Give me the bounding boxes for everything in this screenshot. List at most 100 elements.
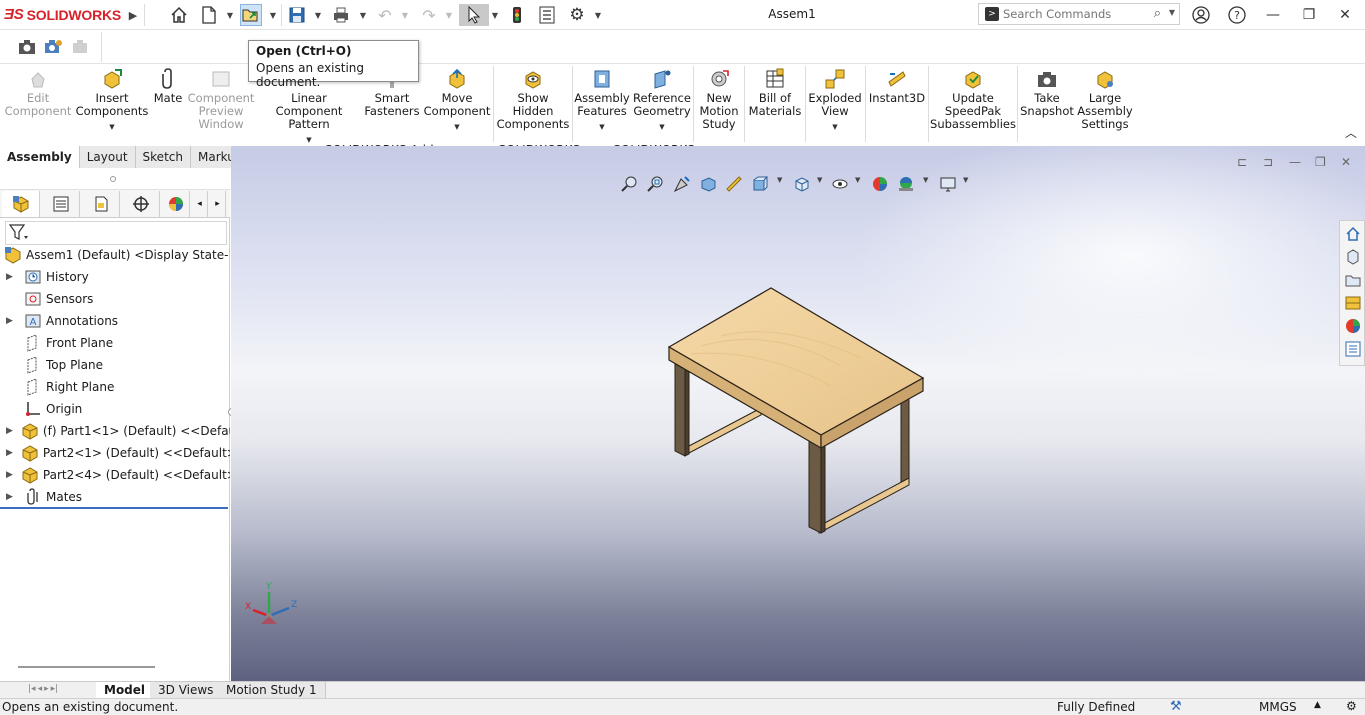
- assembly-features-button[interactable]: Assembly Features ▼: [574, 68, 630, 134]
- view-settings-dropdown-arrow[interactable]: ▼: [963, 176, 968, 184]
- expand-arrow-icon[interactable]: ▶: [6, 448, 13, 458]
- undo-dropdown-arrow[interactable]: ▼: [400, 4, 410, 26]
- user-account-icon[interactable]: [1189, 4, 1213, 26]
- graphics-area[interactable]: ⊏ ⊐ — ❐ ✕ ▼ ▼ ▼ ▼ ▼ X Y Z: [231, 146, 1365, 681]
- hide-show-dropdown-arrow[interactable]: ▼: [855, 176, 860, 184]
- update-speedpak-subassemblies-button[interactable]: Update SpeedPak Subassemblies: [930, 68, 1016, 131]
- tree-item-front-plane[interactable]: Front Plane: [0, 332, 230, 354]
- expand-arrow-icon[interactable]: ▶: [6, 470, 13, 480]
- camera-snapshot-icon[interactable]: [16, 36, 38, 58]
- display-manager-tab[interactable]: [162, 191, 190, 217]
- dimxpert-manager-tab[interactable]: [122, 191, 160, 217]
- bottom-tab-model[interactable]: Model: [96, 682, 155, 699]
- show-hidden-components-button[interactable]: Show Hidden Components: [496, 68, 570, 131]
- filter-funnel-icon[interactable]: [8, 224, 29, 245]
- search-commands-input[interactable]: [1003, 5, 1153, 23]
- view-orientation-icon[interactable]: [749, 174, 771, 194]
- open-dropdown-arrow[interactable]: ▼: [268, 4, 278, 26]
- solidworks-logo[interactable]: ƎS SOLIDWORKS: [4, 6, 121, 23]
- design-library-icon[interactable]: [1343, 247, 1363, 267]
- zoom-to-fit-icon[interactable]: [619, 174, 641, 194]
- appearances-scenes-icon[interactable]: [1343, 316, 1363, 336]
- property-manager-tab[interactable]: [42, 191, 80, 217]
- apply-scene-icon[interactable]: [895, 174, 917, 194]
- viewport-tile-right-icon[interactable]: ⊐: [1263, 155, 1273, 169]
- save-dropdown-arrow[interactable]: ▼: [313, 4, 323, 26]
- viewport-tile-left-icon[interactable]: ⊏: [1237, 155, 1247, 169]
- solidworks-resources-home-icon[interactable]: [1343, 224, 1363, 244]
- save-icon[interactable]: [286, 4, 308, 26]
- table-assembly-model[interactable]: [661, 286, 961, 546]
- tab-scroll-controls[interactable]: |◂ ◂ ▸ ▸|: [28, 684, 92, 697]
- insert-components-button[interactable]: Insert Components ▼: [76, 68, 148, 134]
- take-snapshot-button[interactable]: Take Snapshot: [1019, 68, 1075, 118]
- move-component-button[interactable]: Move Component ▼: [424, 68, 490, 134]
- exploded-view-button[interactable]: Exploded View ▼: [808, 68, 862, 134]
- view-orientation-dropdown-arrow[interactable]: ▼: [777, 176, 782, 184]
- main-menu-arrow[interactable]: ▶: [128, 4, 138, 26]
- tree-item-history[interactable]: ▶ History: [0, 266, 230, 288]
- unit-system-up-arrow-icon[interactable]: ▲: [1314, 700, 1321, 710]
- rebuild-traffic-light-icon[interactable]: [506, 4, 528, 26]
- tree-item-part2-4-default-default-d[interactable]: ▶ Part2<4> (Default) <<Default>_D: [0, 464, 230, 486]
- instant3d-button[interactable]: Instant3D: [867, 68, 927, 105]
- redo-dropdown-arrow[interactable]: ▼: [444, 4, 454, 26]
- bill-of-materials-button[interactable]: Bill of Materials: [746, 68, 804, 118]
- undo-icon[interactable]: ↶: [374, 4, 396, 26]
- tree-item-mates[interactable]: ▶ Mates: [0, 486, 230, 508]
- tree-filter[interactable]: [5, 221, 227, 245]
- expand-arrow-icon[interactable]: ▶: [6, 426, 13, 436]
- expand-arrow-icon[interactable]: ▶: [6, 316, 16, 326]
- first-tab-arrow-icon[interactable]: |◂: [28, 684, 36, 697]
- viewport-close-button[interactable]: ✕: [1341, 155, 1351, 169]
- hide-show-items-icon[interactable]: [829, 174, 851, 194]
- snapshot-gallery-icon[interactable]: [42, 36, 64, 58]
- tree-item-f-part1-1-default-default[interactable]: ▶ (f) Part1<1> (Default) <<Default>: [0, 420, 230, 442]
- select-dropdown-arrow[interactable]: ▼: [490, 4, 500, 26]
- tabs-scroll-right-arrow[interactable]: ▸: [210, 191, 226, 217]
- prev-tab-arrow-icon[interactable]: ◂: [38, 684, 43, 697]
- bottom-tab-motion-study-1[interactable]: Motion Study 1: [218, 682, 326, 699]
- print-icon[interactable]: [330, 4, 352, 26]
- search-commands-box[interactable]: > ⌕ ▼: [978, 3, 1180, 25]
- component-preview-window-button[interactable]: Component Preview Window: [188, 68, 254, 131]
- reference-geometry-button[interactable]: Reference Geometry ▼: [632, 68, 692, 134]
- command-dropdown-arrow[interactable]: ▼: [454, 121, 459, 134]
- tree-item-right-plane[interactable]: Right Plane: [0, 376, 230, 398]
- tab-sketch[interactable]: Sketch: [135, 146, 191, 168]
- search-icon[interactable]: ⌕: [1154, 6, 1161, 21]
- custom-properties-icon[interactable]: [1343, 339, 1363, 359]
- restore-window-button[interactable]: ❐: [1297, 4, 1321, 26]
- options-gear-icon[interactable]: ⚙: [566, 4, 588, 26]
- viewport-minimize-button[interactable]: —: [1289, 155, 1301, 169]
- minimize-window-button[interactable]: —: [1261, 4, 1285, 26]
- configuration-manager-tab[interactable]: [82, 191, 120, 217]
- tree-item-origin[interactable]: Origin: [0, 398, 230, 420]
- tab-assembly[interactable]: Assembly: [0, 146, 80, 168]
- tree-item-top-plane[interactable]: Top Plane: [0, 354, 230, 376]
- file-properties-icon[interactable]: [536, 4, 558, 26]
- bottom-tab-3d-views[interactable]: 3D Views: [150, 682, 223, 699]
- display-style-icon[interactable]: [791, 174, 813, 194]
- expand-arrow-icon[interactable]: ▶: [6, 272, 16, 282]
- new-dropdown-arrow[interactable]: ▼: [225, 4, 235, 26]
- home-icon[interactable]: [168, 4, 190, 26]
- next-tab-arrow-icon[interactable]: ▸: [44, 684, 49, 697]
- search-dropdown-arrow[interactable]: ▼: [1169, 8, 1175, 17]
- horizontal-scrollbar[interactable]: [18, 666, 155, 668]
- open-document-icon[interactable]: [240, 4, 262, 26]
- file-explorer-icon[interactable]: [1343, 270, 1363, 290]
- view-settings-icon[interactable]: [937, 174, 959, 194]
- panel-splitter[interactable]: [0, 168, 230, 190]
- expand-arrow-icon[interactable]: ▶: [6, 492, 16, 502]
- new-motion-study-button[interactable]: New Motion Study: [696, 68, 742, 131]
- print-dropdown-arrow[interactable]: ▼: [358, 4, 368, 26]
- apply-scene-dropdown-arrow[interactable]: ▼: [923, 176, 928, 184]
- close-window-button[interactable]: ✕: [1333, 4, 1357, 26]
- tree-root-assembly[interactable]: Assem1 (Default) <Display State-1>: [0, 244, 230, 266]
- command-dropdown-arrow[interactable]: ▼: [832, 121, 837, 134]
- tree-item-sensors[interactable]: Sensors: [0, 288, 230, 310]
- tree-item-annotations[interactable]: ▶ A Annotations: [0, 310, 230, 332]
- zoom-to-area-icon[interactable]: [645, 174, 667, 194]
- previous-view-icon[interactable]: [671, 174, 693, 194]
